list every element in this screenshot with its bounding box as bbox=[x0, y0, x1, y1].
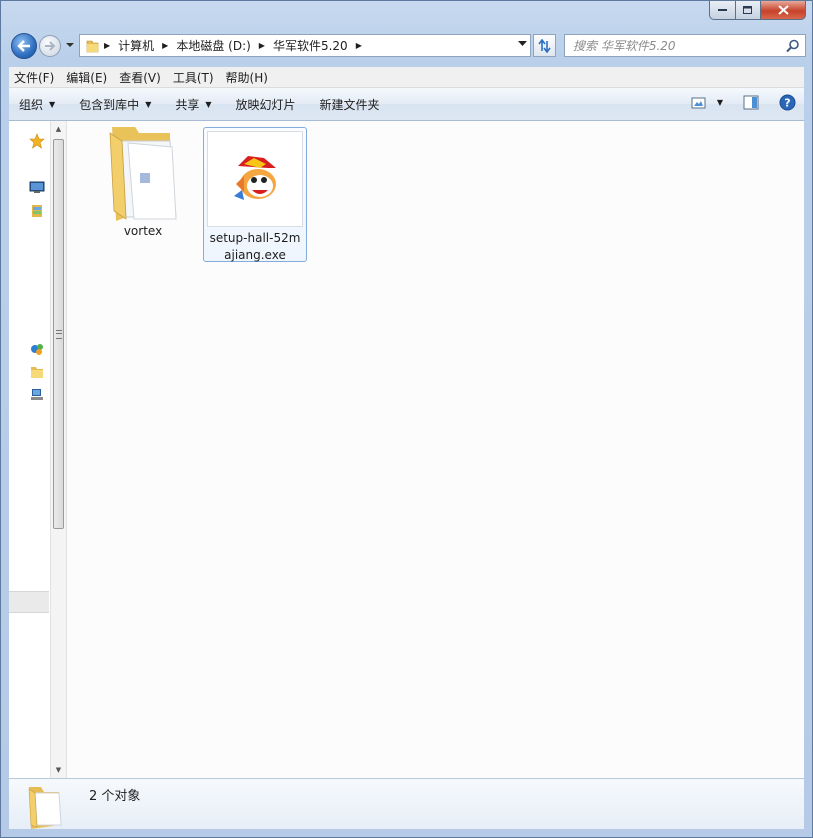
menu-help[interactable]: 帮助(H) bbox=[221, 69, 273, 86]
desktop-icon[interactable] bbox=[29, 179, 45, 195]
include-in-library-button[interactable]: 包含到库中 ▼ bbox=[69, 96, 161, 113]
menu-bar: 文件(F) 编辑(E) 查看(V) 工具(T) 帮助(H) bbox=[9, 67, 804, 88]
chevron-down-icon: ▼ bbox=[145, 99, 152, 109]
navigation-scrollbar[interactable]: ▲ ▼ bbox=[50, 121, 67, 778]
menu-edit[interactable]: 编辑(E) bbox=[61, 69, 112, 86]
share-button[interactable]: 共享 ▼ bbox=[165, 96, 221, 113]
slideshow-label: 放映幻灯片 bbox=[235, 97, 296, 112]
menu-file[interactable]: 文件(F) bbox=[9, 69, 59, 86]
details-pane: 2 个对象 bbox=[9, 778, 804, 829]
recent-pages-dropdown-icon[interactable] bbox=[65, 40, 75, 50]
nav-pane-separator bbox=[9, 591, 49, 613]
maximize-icon bbox=[743, 5, 752, 14]
folder-item-vortex[interactable]: vortex bbox=[91, 127, 195, 240]
chevron-down-icon: ▼ bbox=[49, 99, 56, 109]
scrollbar-thumb[interactable] bbox=[53, 139, 64, 529]
organize-button[interactable]: 组织 ▼ bbox=[9, 96, 65, 113]
address-history-dropdown-icon[interactable] bbox=[518, 41, 527, 47]
library-icon[interactable] bbox=[29, 203, 45, 219]
organize-label: 组织 bbox=[19, 97, 44, 112]
main-pane-area: ▲ ▼ vortex setup-hall-52majiang.exe bbox=[9, 121, 804, 778]
breadcrumb-current-folder[interactable]: 华军软件5.20 bbox=[269, 35, 352, 56]
chevron-down-icon: ▼ bbox=[205, 99, 212, 109]
breadcrumb-separator[interactable]: ▶ bbox=[158, 41, 172, 50]
maximize-button[interactable] bbox=[736, 1, 761, 20]
help-button[interactable]: ? bbox=[779, 94, 796, 111]
breadcrumb-computer[interactable]: 计算机 bbox=[114, 35, 158, 56]
folder-icon bbox=[28, 787, 62, 829]
navigation-pane bbox=[9, 121, 49, 778]
item-count-text: 2 个对象 bbox=[89, 789, 141, 804]
folder-icon bbox=[109, 127, 177, 221]
file-list-area[interactable]: vortex setup-hall-52majiang.exe bbox=[67, 121, 804, 778]
scroll-down-icon[interactable]: ▼ bbox=[51, 762, 66, 778]
command-bar: 组织 ▼ 包含到库中 ▼ 共享 ▼ 放映幻灯片 新建文件夹 ▼ ? bbox=[9, 88, 804, 121]
breadcrumb-separator[interactable]: ▶ bbox=[255, 41, 269, 50]
command-bar-right: ▼ ? bbox=[691, 94, 796, 111]
new-folder-button[interactable]: 新建文件夹 bbox=[310, 96, 390, 113]
breadcrumb-separator[interactable]: ▶ bbox=[100, 41, 114, 50]
forward-arrow-icon bbox=[45, 41, 56, 51]
refresh-icon bbox=[538, 38, 551, 53]
folder-small-icon bbox=[86, 40, 99, 52]
back-arrow-icon bbox=[17, 40, 30, 52]
address-bar[interactable]: ▶ 计算机 ▶ 本地磁盘 (D:) ▶ 华军软件5.20 ▶ bbox=[79, 34, 531, 57]
network-icon[interactable] bbox=[29, 387, 45, 403]
preview-pane-button[interactable] bbox=[743, 95, 759, 110]
file-thumbnail bbox=[207, 131, 303, 227]
explorer-window: ▶ 计算机 ▶ 本地磁盘 (D:) ▶ 华军软件5.20 ▶ 文件(F) 编辑(… bbox=[0, 0, 813, 838]
computer-folder-icon[interactable] bbox=[29, 364, 45, 380]
refresh-button[interactable] bbox=[533, 34, 556, 57]
breadcrumb-separator[interactable]: ▶ bbox=[352, 41, 366, 50]
minimize-icon bbox=[717, 9, 727, 11]
file-name: setup-hall-52majiang.exe bbox=[209, 231, 301, 262]
caption-buttons bbox=[709, 1, 806, 20]
menu-tools[interactable]: 工具(T) bbox=[168, 69, 219, 86]
file-name: vortex bbox=[123, 224, 163, 238]
search-icon[interactable] bbox=[786, 39, 800, 53]
breadcrumb-local-disk[interactable]: 本地磁盘 (D:) bbox=[172, 35, 254, 56]
view-icon bbox=[691, 97, 706, 108]
slideshow-button[interactable]: 放映幻灯片 bbox=[226, 96, 306, 113]
close-icon bbox=[777, 5, 789, 15]
help-icon: ? bbox=[779, 94, 796, 111]
search-box[interactable] bbox=[564, 34, 806, 57]
homegroup-icon[interactable] bbox=[29, 341, 45, 357]
preview-pane-icon bbox=[743, 95, 759, 110]
forward-button[interactable] bbox=[39, 35, 61, 57]
share-label: 共享 bbox=[175, 97, 200, 112]
include-in-library-label: 包含到库中 bbox=[79, 97, 140, 112]
scroll-up-icon[interactable]: ▲ bbox=[51, 121, 66, 137]
menu-view[interactable]: 查看(V) bbox=[114, 69, 166, 86]
chevron-down-icon: ▼ bbox=[716, 98, 723, 107]
change-view-button[interactable]: ▼ bbox=[691, 96, 723, 110]
back-button[interactable] bbox=[11, 33, 37, 59]
exe-app-icon bbox=[234, 156, 276, 200]
favorites-star-icon[interactable] bbox=[29, 133, 45, 149]
close-button[interactable] bbox=[761, 1, 806, 20]
search-input[interactable] bbox=[571, 37, 785, 54]
new-folder-label: 新建文件夹 bbox=[319, 97, 380, 112]
minimize-button[interactable] bbox=[709, 1, 736, 20]
address-row: ▶ 计算机 ▶ 本地磁盘 (D:) ▶ 华军软件5.20 ▶ bbox=[9, 32, 806, 60]
svg-text:?: ? bbox=[784, 97, 790, 110]
file-item-setup-hall-52majiang[interactable]: setup-hall-52majiang.exe bbox=[203, 127, 307, 262]
